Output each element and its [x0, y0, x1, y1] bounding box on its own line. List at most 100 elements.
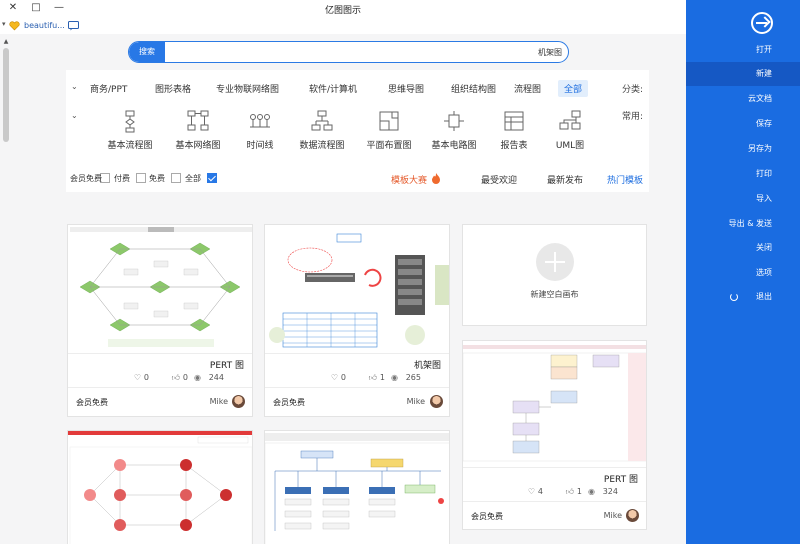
category-mind-map[interactable]: 思维导图 [388, 82, 424, 95]
divider [68, 353, 252, 354]
fav-count: 0 [143, 373, 149, 382]
filter-free-label: 免费 [149, 174, 165, 183]
maximize-button[interactable]: □ [29, 1, 43, 15]
menu-open[interactable]: 打开 [686, 38, 800, 62]
new-blank-canvas-card[interactable]: 新建空白画布 [462, 224, 647, 326]
like-count: 1 [379, 373, 385, 382]
scroll-up-icon[interactable]: ▲ [2, 38, 10, 46]
filter-all-label: 全部 [185, 174, 201, 183]
common-basic-flow[interactable]: 基本流程图 [107, 138, 152, 151]
template-card[interactable] [264, 430, 450, 544]
new-blank-canvas-label: 新建空白画布 [530, 290, 579, 299]
heart-outline-icon[interactable]: ♡ [134, 373, 141, 382]
like-count: 1 [576, 487, 582, 496]
filter-all-checkbox[interactable] [207, 173, 217, 183]
menu-new[interactable]: 新建 [686, 62, 800, 86]
menu-print[interactable]: 打印 [686, 162, 800, 186]
data-flow-icon[interactable] [310, 109, 334, 133]
template-thumbnail[interactable] [463, 341, 646, 466]
filter-paid-label: 付费 [114, 174, 130, 183]
thumb-up-icon[interactable]: 👍︎ [369, 373, 377, 383]
template-card[interactable]: PERT 图 244 ◉ 0 👍︎ 0 ♡ Mike 会员免费 [67, 224, 253, 417]
menu-exit[interactable]: 退出 [686, 285, 800, 309]
extension-label[interactable]: beautifu... [24, 21, 65, 30]
template-card[interactable] [67, 430, 253, 544]
close-button[interactable]: ✕ [6, 1, 20, 15]
vertical-scrollbar[interactable]: ▲ [2, 38, 10, 544]
search-input[interactable] [182, 45, 562, 59]
heart-outline-icon[interactable]: ♡ [528, 487, 535, 496]
divider [68, 387, 252, 388]
heart-outline-icon[interactable]: ♡ [331, 373, 338, 382]
template-contest-link[interactable]: 模板大赛 [391, 173, 427, 186]
menu-import[interactable]: 导入 [686, 187, 800, 211]
category-label: 分类: [621, 85, 643, 95]
thumb-up-icon[interactable]: 👍︎ [172, 373, 180, 383]
avatar [626, 509, 639, 522]
uml-icon[interactable] [558, 109, 582, 133]
filter-paid-checkbox[interactable] [136, 173, 146, 183]
timeline-icon[interactable] [248, 109, 272, 133]
template-card[interactable]: PERT 图 324 ◉ 1 👍︎ 4 ♡ Mike 会员免费 [462, 340, 647, 530]
dropdown-arrow[interactable]: ▾ [2, 20, 6, 28]
network-icon[interactable] [186, 109, 210, 133]
common-floor-plan[interactable]: 平面布置图 [366, 138, 411, 151]
menu-save[interactable]: 保存 [686, 112, 800, 136]
plus-icon[interactable] [536, 243, 574, 281]
sort-newest[interactable]: 最新发布 [547, 173, 583, 186]
circuit-icon[interactable] [442, 109, 466, 133]
common-data-flow[interactable]: 数据流程图 [299, 138, 344, 151]
category-iot[interactable]: 专业物联网络图 [216, 82, 279, 95]
divider [463, 501, 646, 502]
template-thumbnail[interactable] [68, 225, 252, 353]
divider [265, 353, 449, 354]
filter-member-free-label: 会员免费 [70, 174, 102, 183]
common-timeline[interactable]: 时间线 [246, 138, 273, 151]
sort-popular[interactable]: 最受欢迎 [481, 173, 517, 186]
common-uml[interactable]: UML图 [556, 138, 584, 151]
search-button[interactable]: 搜索 [129, 42, 165, 62]
chat-icon[interactable] [68, 21, 79, 31]
category-all[interactable]: 全部 [558, 80, 589, 97]
fav-count: 0 [340, 373, 346, 382]
menu-close[interactable]: 关闭 [686, 236, 800, 260]
category-flowchart[interactable]: 流程图 [514, 82, 541, 95]
minimize-button[interactable]: — [52, 1, 66, 15]
basic-flow-icon[interactable] [118, 109, 142, 133]
menu-save-as[interactable]: 另存为 [686, 137, 800, 161]
chevron-down-icon[interactable]: ⌄ [71, 82, 78, 91]
category-org-chart[interactable]: 组织结构图 [451, 82, 496, 95]
menu-export-send[interactable]: 导出 & 发送 [686, 212, 800, 236]
template-name[interactable]: PERT 图 [604, 472, 638, 485]
report-icon[interactable] [502, 109, 526, 133]
menu-options[interactable]: 选项 [686, 261, 800, 285]
title-bar: 亿图图示 ✕ □ — [0, 0, 686, 18]
view-count: 324 [602, 487, 618, 496]
category-table[interactable]: 图形表格 [155, 82, 191, 95]
avatar [430, 395, 443, 408]
template-thumbnail[interactable] [265, 431, 449, 544]
author-name: Mike [603, 511, 622, 520]
template-card[interactable]: 机架图 265 ◉ 1 👍︎ 0 ♡ Mike 会员免费 [264, 224, 450, 417]
menu-cloud-docs[interactable]: 云文档 [686, 87, 800, 111]
common-network[interactable]: 基本网络图 [175, 138, 220, 151]
heart-icon[interactable] [9, 21, 20, 31]
common-circuit[interactable]: 基本电路图 [431, 138, 476, 151]
sort-hot[interactable]: 热门模板 [607, 173, 643, 186]
template-thumbnail[interactable] [68, 431, 252, 544]
category-business[interactable]: 商务/PPT [90, 82, 127, 95]
template-name[interactable]: PERT 图 [210, 358, 244, 371]
category-software[interactable]: 软件/计算机 [309, 82, 357, 95]
member-free-badge: 会员免费 [76, 398, 108, 407]
back-arrow-icon[interactable] [751, 12, 773, 34]
template-thumbnail[interactable] [265, 225, 449, 353]
chevron-down-icon[interactable]: ⌄ [71, 111, 78, 120]
search-bar: 搜索 [128, 41, 569, 63]
scroll-thumb[interactable] [3, 48, 9, 142]
template-name[interactable]: 机架图 [414, 358, 441, 371]
floor-plan-icon[interactable] [377, 109, 401, 133]
thumb-up-icon[interactable]: 👍︎ [566, 487, 574, 497]
filter-free-checkbox[interactable] [171, 173, 181, 183]
common-label: 常用: [621, 112, 643, 122]
common-report[interactable]: 报告表 [500, 138, 527, 151]
